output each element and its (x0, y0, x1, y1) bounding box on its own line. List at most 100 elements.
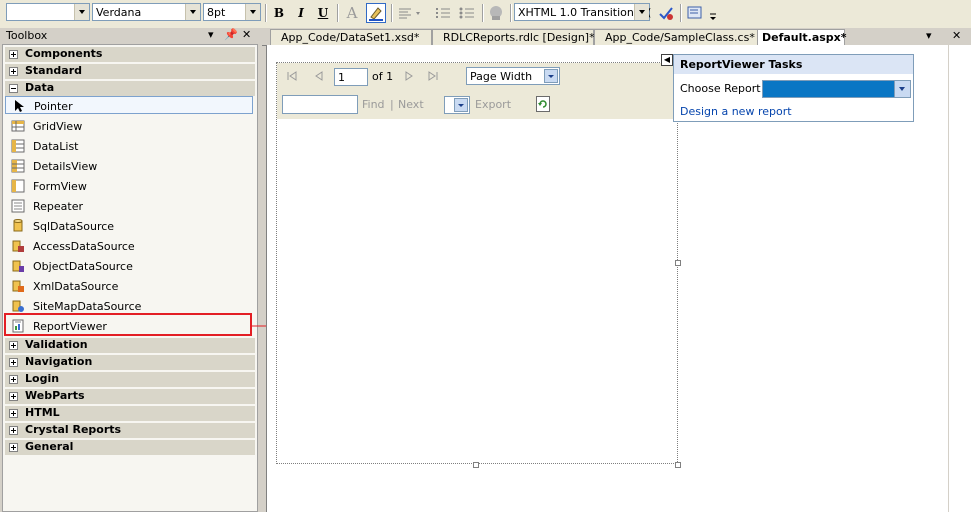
category-label: General (25, 440, 74, 453)
export-format-select[interactable] (444, 96, 470, 114)
tab-rdlcreports-rdlc[interactable]: RDLCReports.rdlc [Design]* (432, 29, 595, 45)
chevron-down-icon[interactable] (894, 81, 910, 97)
toolbox-item-formview[interactable]: FormView (5, 177, 253, 195)
expand-icon[interactable] (9, 50, 18, 59)
toolbox-item-repeater[interactable]: Repeater (5, 197, 253, 215)
find-input[interactable] (282, 95, 358, 114)
detailsview-icon (11, 159, 25, 173)
choose-report-select[interactable] (762, 80, 911, 98)
underline-button[interactable]: U (314, 4, 332, 22)
refresh-icon[interactable] (536, 96, 550, 112)
close-icon[interactable]: ✕ (952, 29, 961, 42)
bold-button[interactable]: B (270, 4, 288, 22)
design-new-report-link[interactable]: Design a new report (680, 105, 792, 118)
toolbox-item-gridview[interactable]: GridView (5, 117, 253, 135)
find-next-link[interactable]: Next (398, 98, 424, 111)
category-label: Crystal Reports (25, 423, 122, 436)
datalist-icon (11, 139, 25, 153)
export-link[interactable]: Export (475, 98, 511, 111)
chevron-down-icon[interactable]: ▾ (926, 29, 932, 42)
toolbox-category-components[interactable]: Components (5, 47, 255, 62)
xmldatasource-icon (12, 280, 24, 292)
smart-tag-button[interactable]: ◀ (661, 54, 673, 66)
toolbox-category-data[interactable]: Data (5, 81, 255, 96)
toolbox-item-sqldatasource[interactable]: SqlDataSource (5, 217, 253, 235)
toolbox-item-label: XmlDataSource (33, 280, 119, 293)
toolbox-category-login[interactable]: Login (5, 372, 255, 387)
toolbox-item-pointer[interactable]: Pointer (5, 96, 253, 114)
toolbox-category-standard[interactable]: Standard (5, 64, 255, 79)
font-color-button[interactable]: A (343, 4, 361, 22)
block-format-combo[interactable] (6, 3, 90, 21)
expand-icon[interactable] (9, 375, 18, 384)
tab-dataset1-xsd[interactable]: App_Code/DataSet1.xsd* (270, 29, 432, 45)
chevron-down-icon[interactable] (245, 4, 260, 20)
toolbar-overflow-button[interactable] (708, 8, 718, 26)
chevron-down-icon[interactable] (544, 69, 558, 83)
find-link[interactable]: Find (362, 98, 385, 111)
expand-icon[interactable] (9, 443, 18, 452)
toolbox-category-general[interactable]: General (5, 440, 255, 455)
font-size-combo[interactable]: 8pt (203, 3, 261, 21)
vertical-scrollbar[interactable] (948, 45, 971, 512)
zoom-select[interactable]: Page Width (466, 67, 560, 85)
toolbox-item-detailsview[interactable]: DetailsView (5, 157, 253, 175)
expand-icon[interactable] (9, 426, 18, 435)
tab-default-aspx[interactable]: Default.aspx* (757, 29, 847, 45)
toolbox-item-label: DataList (33, 140, 79, 153)
category-label: Data (25, 81, 55, 94)
tab-label: App_Code/DataSet1.xsd* (281, 31, 420, 44)
toolbox-item-objectdatasource[interactable]: ObjectDataSource (5, 257, 253, 275)
toolbox-category-validation[interactable]: Validation (5, 338, 255, 353)
italic-button[interactable]: I (292, 4, 310, 22)
expand-icon[interactable] (9, 358, 18, 367)
chevron-down-icon[interactable] (185, 4, 200, 20)
last-page-icon[interactable] (427, 70, 439, 82)
bulleted-list-button[interactable] (458, 4, 476, 22)
format-button[interactable] (686, 4, 704, 22)
align-button[interactable] (396, 4, 426, 22)
chevron-left-icon: ◀ (663, 55, 671, 64)
dropdown-icon[interactable]: ▾ (208, 28, 214, 41)
page-number-input[interactable]: 1 (334, 68, 368, 86)
chevron-down-icon[interactable] (454, 98, 468, 112)
toolbox-category-webparts[interactable]: WebParts (5, 389, 255, 404)
check-accessibility-button[interactable] (487, 4, 505, 22)
chevron-down-icon[interactable] (74, 4, 89, 20)
page-number-value: 1 (338, 71, 345, 84)
zoom-value: Page Width (470, 70, 533, 83)
expand-icon[interactable] (9, 392, 18, 401)
numbered-list-button[interactable] (434, 4, 452, 22)
toolbox-item-label: SiteMapDataSource (33, 300, 142, 313)
chevron-down-icon[interactable] (634, 4, 649, 20)
tab-sampleclass-cs[interactable]: App_Code/SampleClass.cs* (594, 29, 758, 45)
validation-button[interactable] (657, 4, 675, 22)
close-icon[interactable]: ✕ (242, 28, 251, 41)
resize-handle[interactable] (675, 462, 681, 468)
pin-icon[interactable]: 📌 (224, 28, 238, 41)
toolbox-category-html[interactable]: HTML (5, 406, 255, 421)
collapse-icon[interactable] (9, 84, 18, 93)
next-page-icon[interactable] (403, 70, 415, 82)
expand-icon[interactable] (9, 409, 18, 418)
previous-page-icon[interactable] (313, 70, 325, 82)
toolbox-category-crystal-reports[interactable]: Crystal Reports (5, 423, 255, 438)
font-size-value: 8pt (207, 6, 226, 19)
doctype-combo[interactable]: XHTML 1.0 Transitional ( (514, 3, 651, 21)
toolbox-title: Toolbox (6, 29, 48, 42)
resize-handle[interactable] (473, 462, 479, 468)
numbered-list-icon (436, 8, 450, 18)
highlight-button[interactable] (366, 3, 386, 23)
toolbar-separator (391, 4, 393, 22)
resize-handle[interactable] (675, 260, 681, 266)
first-page-icon[interactable] (286, 70, 298, 82)
expand-icon[interactable] (9, 67, 18, 76)
toolbox-item-xmldatasource[interactable]: XmlDataSource (5, 277, 253, 295)
toolbox-item-datalist[interactable]: DataList (5, 137, 253, 155)
toolbox-item-accessdatasource[interactable]: AccessDataSource (5, 237, 253, 255)
expand-icon[interactable] (9, 341, 18, 350)
font-name-combo[interactable]: Verdana (92, 3, 201, 21)
toolbox-category-navigation[interactable]: Navigation (5, 355, 255, 370)
toolbox-item-label: DetailsView (33, 160, 98, 173)
reportviewer-control[interactable] (276, 62, 678, 464)
